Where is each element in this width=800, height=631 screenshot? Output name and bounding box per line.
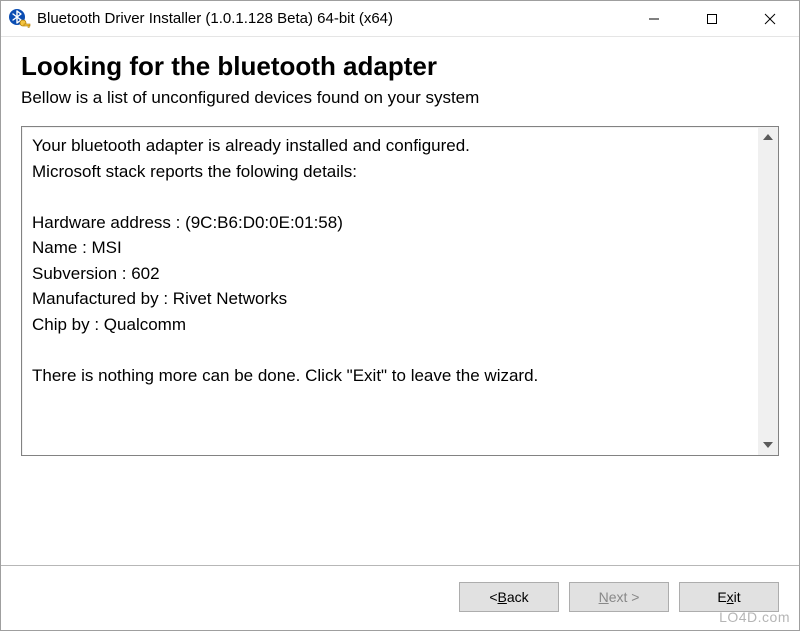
app-window: Bluetooth Driver Installer (1.0.1.128 Be… — [0, 0, 800, 631]
scroll-up-icon[interactable] — [758, 127, 778, 147]
scroll-down-icon[interactable] — [758, 435, 778, 455]
app-icon — [9, 9, 29, 29]
window-controls — [625, 1, 799, 36]
maximize-icon — [706, 13, 718, 25]
minimize-icon — [648, 13, 660, 25]
page-heading: Looking for the bluetooth adapter — [21, 51, 779, 82]
exit-button[interactable]: Exit — [679, 582, 779, 612]
button-bar: < Back Next > Exit — [1, 565, 799, 630]
back-button[interactable]: < Back — [459, 582, 559, 612]
next-accel: N — [599, 589, 609, 605]
close-icon — [764, 13, 776, 25]
titlebar[interactable]: Bluetooth Driver Installer (1.0.1.128 Be… — [1, 1, 799, 37]
close-button[interactable] — [741, 2, 799, 36]
key-icon — [19, 19, 31, 31]
window-title: Bluetooth Driver Installer (1.0.1.128 Be… — [37, 10, 625, 27]
back-accel: B — [498, 589, 507, 605]
back-prefix: < — [489, 589, 497, 605]
exit-rest: it — [734, 589, 741, 605]
content-area: Looking for the bluetooth adapter Bellow… — [1, 37, 799, 565]
next-rest: ext > — [609, 589, 640, 605]
next-button[interactable]: Next > — [569, 582, 669, 612]
maximize-button[interactable] — [683, 2, 741, 36]
back-rest: ack — [507, 589, 529, 605]
exit-prefix: E — [717, 589, 726, 605]
page-subheading: Bellow is a list of unconfigured devices… — [21, 88, 779, 108]
exit-accel: x — [727, 589, 734, 605]
scrollbar[interactable] — [758, 127, 778, 455]
minimize-button[interactable] — [625, 2, 683, 36]
details-panel: Your bluetooth adapter is already instal… — [21, 126, 779, 456]
details-text[interactable]: Your bluetooth adapter is already instal… — [22, 127, 758, 455]
